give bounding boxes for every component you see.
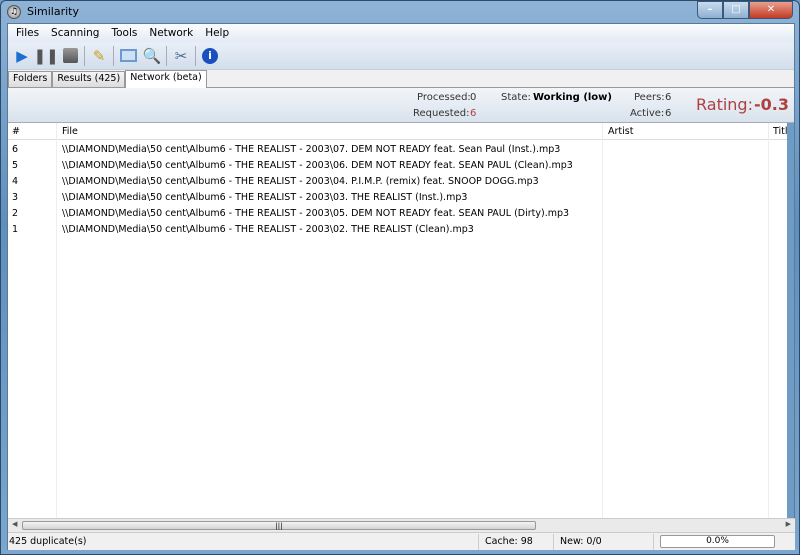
column-header-file[interactable]: File	[62, 126, 78, 137]
table-row[interactable]: 4 \\DIAMOND\Media\50 cent\Album6 - THE RE…	[8, 174, 768, 190]
progress-bar: 0.0%	[660, 535, 775, 548]
minimize-button[interactable]: –	[697, 1, 723, 19]
network-info-panel: Processed: 0 Requested: 6 State: Working…	[8, 88, 794, 123]
table-header: # File Artist Title	[8, 123, 793, 140]
rating-value: -0.3	[754, 95, 789, 114]
row-file: \\DIAMOND\Media\50 cent\Album6 - THE REA…	[62, 192, 468, 203]
close-button[interactable]: ✕	[749, 1, 793, 19]
tab-folders[interactable]: Folders	[8, 71, 53, 87]
menu-scanning[interactable]: Scanning	[45, 27, 105, 39]
status-bar: 425 duplicate(s) Cache: 98 New: 0/0 0.0%	[8, 532, 795, 550]
duplicates-count: 425 duplicate(s)	[9, 536, 87, 547]
toolbar: ▶ ❚❚ ✎ 🔍 ✂ i	[8, 42, 794, 70]
menu-files[interactable]: Files	[10, 27, 45, 39]
scroll-right-arrow-icon[interactable]: ▶	[786, 520, 791, 528]
table-row[interactable]: 1 \\DIAMOND\Media\50 cent\Album6 - THE RE…	[8, 222, 768, 238]
menu-tools[interactable]: Tools	[105, 27, 143, 39]
horizontal-scrollbar[interactable]: ◀ ||| ▶	[8, 518, 795, 532]
row-file: \\DIAMOND\Media\50 cent\Album6 - THE REA…	[62, 144, 561, 155]
table-row[interactable]: 5 \\DIAMOND\Media\50 cent\Album6 - THE RE…	[8, 158, 768, 174]
peers-value: 6	[665, 92, 672, 103]
new-status: New: 0/0	[560, 536, 602, 547]
menu-help[interactable]: Help	[199, 27, 235, 39]
app-window: ♫ Similarity – □ ✕ Files Scanning Tools …	[0, 0, 800, 555]
row-number: 1	[12, 224, 19, 235]
row-number: 4	[12, 176, 19, 187]
toolbar-separator	[84, 45, 85, 66]
play-icon[interactable]: ▶	[12, 46, 32, 66]
table-row[interactable]: 2 \\DIAMOND\Media\50 cent\Album6 - THE RE…	[8, 206, 768, 222]
display-icon[interactable]	[118, 46, 138, 66]
edit-icon[interactable]: ✎	[89, 46, 109, 66]
menu-network[interactable]: Network	[143, 27, 199, 39]
requested-value: 6	[470, 108, 477, 119]
cache-status: Cache: 98	[485, 536, 533, 547]
table-row[interactable]: 3 \\DIAMOND\Media\50 cent\Album6 - THE RE…	[8, 190, 768, 206]
tab-network[interactable]: Network (beta)	[125, 70, 207, 88]
pause-icon[interactable]: ❚❚	[33, 46, 58, 66]
row-file: \\DIAMOND\Media\50 cent\Album6 - THE REA…	[62, 224, 474, 235]
processed-value: 0	[470, 92, 477, 103]
stop-icon[interactable]	[60, 46, 80, 66]
column-header-artist[interactable]: Artist	[608, 126, 633, 137]
active-label: Active:	[630, 108, 665, 119]
active-value: 6	[665, 108, 672, 119]
info-icon[interactable]: i	[200, 46, 220, 66]
window-edge	[787, 123, 794, 519]
column-header-number[interactable]: #	[12, 126, 20, 137]
tools-icon[interactable]: ✂	[171, 46, 191, 66]
window-title: Similarity	[27, 5, 80, 18]
state-value: Working (low)	[533, 92, 612, 103]
toolbar-separator	[195, 45, 196, 66]
row-number: 2	[12, 208, 19, 219]
app-icon: ♫	[7, 5, 21, 19]
scrollbar-thumb[interactable]: |||	[22, 521, 536, 530]
row-file: \\DIAMOND\Media\50 cent\Album6 - THE REA…	[62, 160, 573, 171]
row-file: \\DIAMOND\Media\50 cent\Album6 - THE REA…	[62, 176, 539, 187]
maximize-button[interactable]: □	[723, 1, 749, 19]
row-number: 3	[12, 192, 19, 203]
toolbar-separator	[166, 45, 167, 66]
processed-label: Processed:	[417, 92, 471, 103]
row-number: 5	[12, 160, 19, 171]
tab-results[interactable]: Results (425)	[52, 71, 126, 87]
state-label: State:	[501, 92, 531, 103]
results-table: # File Artist Title 6 \\DIAMOND\Media\50 …	[8, 123, 793, 519]
requested-label: Requested:	[413, 108, 470, 119]
peers-label: Peers:	[634, 92, 665, 103]
scroll-left-arrow-icon[interactable]: ◀	[12, 520, 17, 528]
row-number: 6	[12, 144, 19, 155]
search-icon[interactable]: 🔍	[142, 46, 162, 66]
row-file: \\DIAMOND\Media\50 cent\Album6 - THE REA…	[62, 208, 570, 219]
rating-label: Rating:	[696, 95, 753, 114]
tab-bar: Folders Results (425) Network (beta)	[8, 70, 794, 88]
table-row[interactable]: 6 \\DIAMOND\Media\50 cent\Album6 - THE RE…	[8, 142, 768, 158]
menu-bar: Files Scanning Tools Network Help	[8, 24, 794, 42]
title-bar: ♫ Similarity – □ ✕	[1, 1, 799, 23]
toolbar-separator	[113, 45, 114, 66]
